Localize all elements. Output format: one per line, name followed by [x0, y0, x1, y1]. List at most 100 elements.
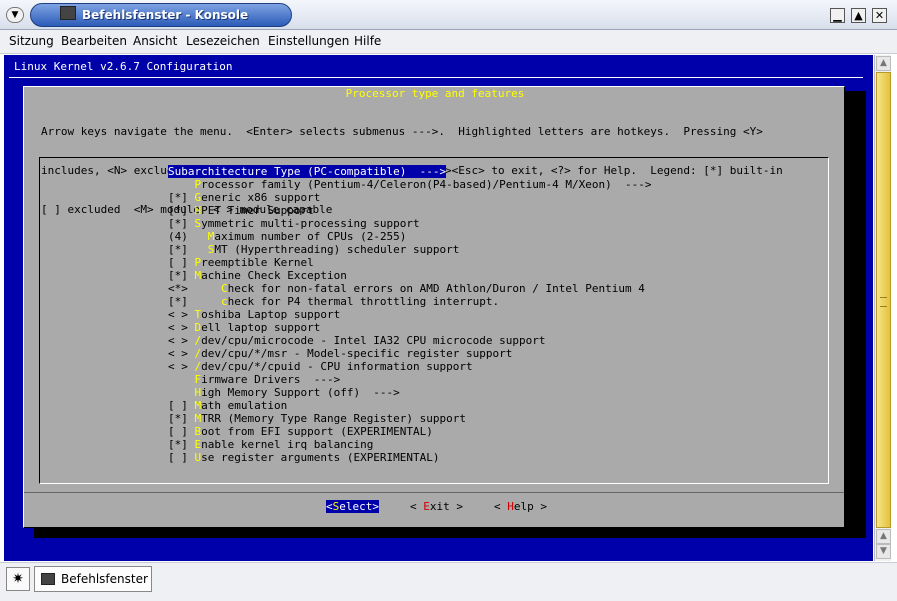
option-row[interactable]: [ ] Math emulation	[168, 399, 651, 412]
config-dialog: Processor type and features Arrow keys n…	[23, 86, 845, 528]
scroll-up-button[interactable]: ▲	[876, 56, 891, 71]
option-row[interactable]: [*] MTRR (Memory Type Range Register) su…	[168, 412, 651, 425]
option-label: rocessor family (Pentium-4/Celeron(P4-ba…	[201, 178, 652, 191]
option-state: [*]	[168, 269, 195, 282]
scroll-up-button-lower[interactable]: ▲	[876, 529, 891, 544]
option-label: aximum number of CPUs (2-255)	[214, 230, 407, 243]
option-state: [*]	[168, 412, 195, 425]
option-row[interactable]: [ ] Preemptible Kernel	[168, 256, 651, 269]
option-label: achine Check Exception	[201, 269, 347, 282]
menubar: Sitzung Bearbeiten Ansicht Lesezeichen E…	[0, 30, 897, 54]
option-state: [*]	[168, 295, 221, 308]
option-state: [*]	[168, 217, 195, 230]
task-entry-label: Befehlsfenster	[61, 572, 148, 586]
menu-hilfe[interactable]: Hilfe	[354, 34, 381, 48]
help-hotkey: H	[507, 500, 514, 513]
scroll-down-button[interactable]: ▼	[876, 544, 891, 559]
option-state: [ ]	[168, 256, 195, 269]
option-state: [ ]	[168, 451, 195, 464]
exit-label: xit	[429, 500, 450, 513]
minimize-button[interactable]: ▁	[830, 8, 845, 23]
terminal-area[interactable]: Linux Kernel v2.6.7 Configuration Proces…	[4, 55, 873, 561]
select-label: elect	[339, 500, 373, 513]
option-label: MT (Hyperthreading) scheduler support	[214, 243, 460, 256]
arrow-up-icon: ▲	[880, 58, 887, 68]
option-row[interactable]: [*] Enable kernel irq balancing	[168, 438, 651, 451]
option-label: igh Memory Support (off) --->	[201, 386, 400, 399]
option-row[interactable]: High Memory Support (off) --->	[168, 386, 651, 399]
option-label: se register arguments (EXPERIMENTAL)	[201, 451, 440, 464]
option-state: < >	[168, 321, 195, 334]
option-row[interactable]: [*] SMT (Hyperthreading) scheduler suppo…	[168, 243, 651, 256]
window-menu-button[interactable]: ▼	[6, 7, 24, 23]
taskbar: ✷ Befehlsfenster	[0, 562, 897, 601]
exit-hotkey: E	[423, 500, 430, 513]
option-label: ath emulation	[201, 399, 288, 412]
option-state: (4)	[168, 230, 208, 243]
option-row[interactable]: [*] Symmetric multi-processing support	[168, 217, 651, 230]
option-row[interactable]: [*] HPET Timer Support	[168, 204, 651, 217]
scroll-thumb[interactable]	[876, 72, 891, 528]
option-row[interactable]: < > Dell laptop support	[168, 321, 651, 334]
option-label: TRR (Memory Type Range Register) support	[201, 412, 467, 425]
option-state: < >	[168, 308, 195, 321]
terminal-icon	[60, 6, 76, 20]
option-row[interactable]: [*] check for P4 thermal throttling inte…	[168, 295, 651, 308]
menu-ansicht[interactable]: Ansicht	[133, 34, 177, 48]
option-row[interactable]: (4) Maximum number of CPUs (2-255)	[168, 230, 651, 243]
option-label: oshiba Laptop support	[201, 308, 341, 321]
maximize-button[interactable]: ▲	[851, 8, 866, 23]
option-row[interactable]: [*] Machine Check Exception	[168, 269, 651, 282]
terminal-icon	[41, 573, 55, 585]
option-state: [*]	[168, 243, 208, 256]
menu-list-box: Subarchitecture Type (PC-compatible) ---…	[39, 157, 829, 484]
dialog-buttons: <Select> < Exit > < Help >	[24, 500, 846, 514]
option-list: Subarchitecture Type (PC-compatible) ---…	[168, 164, 651, 464]
header-divider	[9, 77, 863, 78]
grip-icon	[880, 297, 887, 307]
arrow-down-icon: ▼	[880, 546, 887, 556]
option-row[interactable]: Firmware Drivers --->	[168, 373, 651, 386]
option-state: <*>	[168, 282, 221, 295]
option-label: ubarchitecture Type (PC-compatible) --->	[174, 165, 447, 178]
exit-button[interactable]: < Exit >	[410, 500, 463, 513]
help-line: Arrow keys navigate the menu. <Enter> se…	[41, 125, 763, 138]
option-row[interactable]: Processor family (Pentium-4/Celeron(P4-b…	[168, 178, 652, 191]
select-button[interactable]: <Select>	[326, 500, 379, 513]
option-label: oot from EFI support (EXPERIMENTAL)	[201, 425, 433, 438]
option-state: [ ]	[168, 399, 195, 412]
option-row[interactable]: <*> Check for non-fatal errors on AMD At…	[168, 282, 651, 295]
option-state	[168, 386, 195, 399]
menu-bearbeiten[interactable]: Bearbeiten	[61, 34, 127, 48]
new-session-button[interactable]: ✷	[6, 567, 30, 591]
vertical-scrollbar[interactable]: ▲ ▲ ▼	[874, 55, 891, 561]
option-label: heck for P4 thermal throttling interrupt…	[227, 295, 500, 308]
menu-lesezeichen[interactable]: Lesezeichen	[186, 34, 260, 48]
option-state: < >	[168, 360, 195, 373]
help-button[interactable]: < Help >	[494, 500, 547, 513]
menu-sitzung[interactable]: Sitzung	[9, 34, 54, 48]
kernel-config-header: Linux Kernel v2.6.7 Configuration	[14, 60, 233, 73]
option-hotkey: C	[220, 282, 228, 295]
option-label: dev/cpu/*/cpuid - CPU information suppor…	[201, 360, 473, 373]
star-icon: ✷	[12, 571, 24, 587]
option-row[interactable]: [ ] Use register arguments (EXPERIMENTAL…	[168, 451, 651, 464]
option-row[interactable]: < > Toshiba Laptop support	[168, 308, 651, 321]
minimize-icon: ▁	[833, 9, 842, 22]
option-row[interactable]: < > /dev/cpu/*/msr - Model-specific regi…	[168, 347, 651, 360]
maximize-icon: ▲	[854, 9, 863, 22]
option-label: dev/cpu/microcode - Intel IA32 CPU micro…	[201, 334, 546, 347]
option-row[interactable]: [*] Generic x86 support	[168, 191, 651, 204]
option-row[interactable]: < > /dev/cpu/*/cpuid - CPU information s…	[168, 360, 651, 373]
menu-einstellungen[interactable]: Einstellungen	[268, 34, 349, 48]
task-entry-befehlsfenster[interactable]: Befehlsfenster	[34, 566, 152, 592]
option-row[interactable]: Subarchitecture Type (PC-compatible) ---…	[168, 165, 447, 178]
window-title: Befehlsfenster - Konsole	[82, 8, 249, 22]
option-label: ymmetric multi-processing support	[201, 217, 420, 230]
option-row[interactable]: [ ] Boot from EFI support (EXPERIMENTAL)	[168, 425, 651, 438]
option-row[interactable]: < > /dev/cpu/microcode - Intel IA32 CPU …	[168, 334, 651, 347]
close-button[interactable]: ✕	[872, 8, 887, 23]
window-titlebar[interactable]: ▼ Befehlsfenster - Konsole ▁ ▲ ✕	[0, 0, 897, 30]
button-divider	[24, 492, 844, 493]
option-label: reemptible Kernel	[201, 256, 314, 269]
